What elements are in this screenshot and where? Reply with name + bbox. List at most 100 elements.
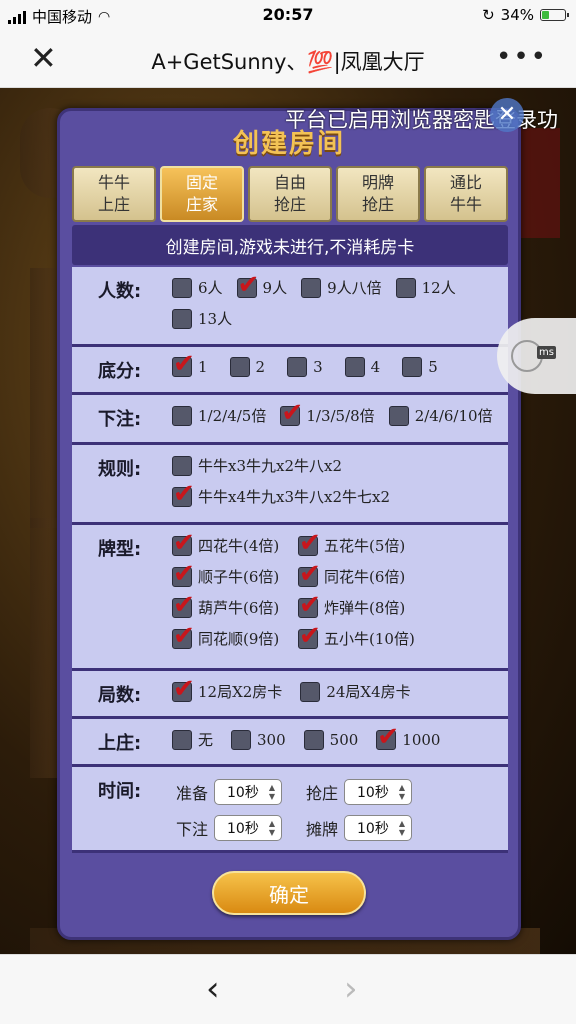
- option-bet-2[interactable]: 1/3/5/8倍: [280, 398, 375, 428]
- toast-close-icon[interactable]: ✕: [490, 98, 524, 132]
- time-bet: 下注 10秒 ▲ ▼: [176, 815, 306, 841]
- checkbox[interactable]: [236, 270, 259, 300]
- checkbox[interactable]: [229, 357, 250, 377]
- option-hand-2[interactable]: 五花牛(5倍): [298, 528, 428, 558]
- option-label: 9人: [262, 279, 288, 297]
- options: 四花牛(4倍) 五花牛(5倍) 顺子牛(6倍) 同花牛(6倍) 葫芦牛(6倍) …: [172, 528, 502, 651]
- tab-open-grab[interactable]: 明牌 抢庄: [336, 166, 420, 222]
- checkbox[interactable]: [172, 528, 195, 558]
- bet-time-select[interactable]: 10秒 ▲ ▼: [214, 815, 283, 841]
- option-label: 牛牛x3牛九x2牛八x2: [198, 457, 343, 475]
- ready-time-select[interactable]: 10秒 ▲ ▼: [214, 779, 283, 805]
- checkbox[interactable]: [172, 559, 195, 589]
- checkbox[interactable]: [287, 357, 308, 377]
- chevron-down-icon: ▲ ▼: [268, 819, 276, 837]
- status-bar: 中国移动 ◠ 20:57 ↻ 34%: [0, 0, 576, 30]
- option-label: 500: [329, 730, 359, 749]
- option-label: 3: [313, 358, 323, 376]
- forward-arrow-icon[interactable]: ›: [344, 969, 358, 1009]
- option-base-5[interactable]: 5: [402, 357, 438, 377]
- option-rule-1[interactable]: 牛牛x3牛九x2牛八x2: [172, 455, 502, 476]
- battery-icon: [540, 9, 569, 21]
- back-arrow-icon[interactable]: ‹: [206, 969, 220, 1009]
- more-icon[interactable]: •••: [496, 42, 548, 72]
- section-label: 牌型:: [98, 539, 142, 560]
- option-hand-7[interactable]: 同花顺(9倍): [172, 621, 298, 651]
- checkbox[interactable]: [172, 405, 192, 426]
- option-bet-1[interactable]: 1/2/4/5倍: [172, 405, 266, 426]
- option-banker-300[interactable]: 300: [231, 729, 286, 750]
- option-label: 12局X2房卡: [198, 683, 283, 701]
- option-hand-5[interactable]: 葫芦牛(6倍): [172, 590, 298, 620]
- option-hand-8[interactable]: 五小牛(10倍): [298, 621, 428, 651]
- confirm-button[interactable]: 确定: [212, 871, 366, 915]
- tab-label: 上庄: [97, 195, 130, 214]
- tab-niuniu-banker[interactable]: 牛牛 上庄: [72, 166, 156, 222]
- checkbox[interactable]: [172, 621, 195, 651]
- option-hand-4[interactable]: 同花牛(6倍): [298, 559, 428, 589]
- grab-time-select[interactable]: 10秒 ▲ ▼: [344, 779, 413, 805]
- checkbox[interactable]: [388, 405, 409, 426]
- option-rounds-24[interactable]: 24局X4房卡: [300, 681, 411, 702]
- option-banker-none[interactable]: 无: [172, 729, 213, 750]
- checkbox[interactable]: [172, 277, 192, 298]
- checkbox[interactable]: [172, 349, 195, 379]
- option-rule-2[interactable]: 牛牛x4牛九x3牛八x2牛七x2: [172, 479, 502, 509]
- option-label: 5: [428, 358, 438, 376]
- option-base-1[interactable]: 1: [172, 349, 208, 379]
- checkbox[interactable]: [301, 277, 322, 298]
- option-bet-3[interactable]: 2/4/6/10倍: [388, 405, 493, 426]
- close-icon[interactable]: ✕: [30, 42, 57, 74]
- option-hand-3[interactable]: 顺子牛(6倍): [172, 559, 298, 589]
- tab-free-grab[interactable]: 自由 抢庄: [248, 166, 332, 222]
- floating-assistant-button[interactable]: ms: [497, 318, 576, 394]
- option-6p[interactable]: 6人: [172, 277, 223, 298]
- checkbox[interactable]: [298, 528, 321, 558]
- option-9p[interactable]: 9人: [236, 270, 288, 300]
- checkbox[interactable]: [300, 681, 321, 702]
- options: 牛牛x3牛九x2牛八x2 牛牛x4牛九x3牛八x2牛七x2: [172, 455, 502, 509]
- section-hand-types: 牌型: 四花牛(4倍) 五花牛(5倍) 顺子牛(6倍) 同花牛(6倍) 葫芦牛(…: [72, 525, 508, 671]
- checkbox[interactable]: [172, 590, 195, 620]
- checkbox[interactable]: [280, 398, 303, 428]
- option-hand-1[interactable]: 四花牛(4倍): [172, 528, 298, 558]
- options: 12局X2房卡 24局X4房卡: [172, 674, 502, 704]
- checkbox[interactable]: [172, 455, 192, 476]
- checkbox[interactable]: [298, 621, 321, 651]
- checkbox[interactable]: [172, 479, 195, 509]
- checkbox[interactable]: [298, 590, 321, 620]
- checkbox[interactable]: [344, 357, 365, 377]
- option-label: 9人八倍: [327, 279, 382, 297]
- option-9p-8x[interactable]: 9人八倍: [301, 277, 382, 298]
- option-label: 五小牛(10倍): [324, 630, 415, 648]
- badge-icon: ms: [537, 346, 556, 359]
- tab-label: 抢庄: [361, 195, 394, 214]
- reveal-time-select[interactable]: 10秒 ▲ ▼: [344, 815, 413, 841]
- option-label: 五花牛(5倍): [324, 537, 406, 555]
- option-base-2[interactable]: 2: [229, 357, 265, 377]
- option-label: 6人: [198, 279, 223, 297]
- time-label: 准备: [176, 784, 209, 803]
- option-rounds-12[interactable]: 12局X2房卡: [172, 674, 283, 704]
- tab-fixed-banker[interactable]: 固定 庄家: [160, 166, 244, 222]
- time-reveal: 摊牌 10秒 ▲ ▼: [306, 815, 426, 841]
- checkbox[interactable]: [303, 729, 324, 750]
- option-label: 炸弹牛(8倍): [324, 599, 406, 617]
- checkbox[interactable]: [376, 722, 399, 752]
- checkbox[interactable]: [298, 559, 321, 589]
- option-13p[interactable]: 13人: [172, 308, 232, 329]
- option-hand-6[interactable]: 炸弹牛(8倍): [298, 590, 428, 620]
- checkbox[interactable]: [172, 729, 192, 750]
- checkbox[interactable]: [172, 308, 192, 329]
- option-base-3[interactable]: 3: [287, 357, 323, 377]
- checkbox[interactable]: [395, 277, 416, 298]
- checkbox[interactable]: [231, 729, 252, 750]
- checkbox[interactable]: [402, 357, 423, 377]
- option-12p[interactable]: 12人: [395, 277, 456, 298]
- option-banker-1000[interactable]: 1000: [376, 722, 440, 752]
- checkbox[interactable]: [172, 674, 195, 704]
- option-banker-500[interactable]: 500: [303, 729, 359, 750]
- tab-label: 抢庄: [273, 195, 306, 214]
- tab-tongbi[interactable]: 通比 牛牛: [424, 166, 508, 222]
- option-base-4[interactable]: 4: [344, 357, 380, 377]
